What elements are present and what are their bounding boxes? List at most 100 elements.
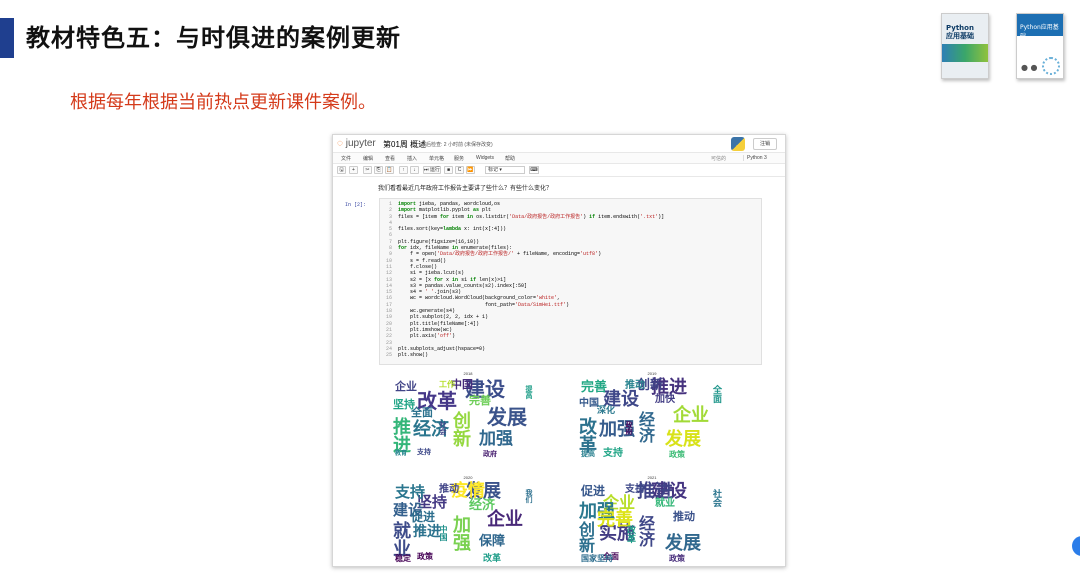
author-avatars: ● ● [1021, 63, 1038, 72]
wordcloud-word: 支持 [417, 448, 431, 456]
wordcloud-word: 支持 [625, 484, 645, 495]
restart-run-icon[interactable]: ⏩ [466, 166, 475, 174]
menu-view[interactable]: 查看 [385, 155, 395, 162]
wordcloud-word: 改革 [483, 554, 502, 564]
wordcloud-word: 社会 [439, 421, 447, 435]
menu-insert[interactable]: 插入 [407, 155, 417, 162]
save-status: 最后检查: 2 小时前 (未保存改变) [421, 142, 493, 148]
wordcloud-word: 发展 [665, 533, 701, 554]
kernel-indicator: Python 3 [743, 155, 767, 161]
wordcloud-word: 完善 [469, 394, 491, 407]
wordcloud-word: 保障 [479, 534, 506, 549]
wordcloud-word: 创新 [576, 521, 595, 553]
cloud-title-2018: 2018 [463, 371, 473, 376]
run-button[interactable]: ⏭ 运行 [423, 166, 441, 174]
wordcloud-word: 企业 [673, 405, 709, 426]
wordcloud-word: 促进 [581, 484, 606, 498]
wordcloud-word: 推动 [673, 510, 695, 523]
code-text: plt.figure(figsize=(16,10)) [398, 238, 480, 245]
save-icon[interactable]: 🖫 [337, 166, 346, 174]
wordcloud-word: 工作 [439, 380, 455, 389]
move-down-icon[interactable]: ↓ [410, 166, 419, 174]
copy-icon[interactable]: ⎘ [374, 166, 383, 174]
code-text: files.sort(key=lambda x: int(x[:4])) [398, 226, 507, 233]
markdown-cell[interactable]: 我们看看最近几年政府工作报告主要讲了些什么？有些什么变化？ [378, 183, 552, 192]
keyboard-icon[interactable]: ⌨ [529, 166, 539, 174]
wordcloud-word: 我们 [525, 489, 533, 503]
cover-ring-graphic [1042, 57, 1060, 75]
code-text: plt.show() [398, 352, 429, 359]
wordcloud-word: 政府 [483, 450, 497, 458]
wordcloud-word: 加强 [450, 515, 471, 551]
wordcloud-word: 推进 [390, 417, 411, 453]
cloud-title-2021: 2021 [647, 475, 657, 480]
wordcloud-word: 改革 [625, 525, 635, 543]
wordcloud-word: 中国 [579, 398, 599, 409]
wordcloud-word: 中国 [439, 525, 448, 541]
code-text: s4 = ' '.join(s3) [398, 289, 462, 296]
cell-prompt: In [2]: [345, 202, 367, 208]
wordcloud-word: 教育 [395, 450, 408, 457]
code-text: s3 = pandas.value_counts(s2).index[:50] [398, 282, 528, 289]
slide-subtitle: 根据每年根据当前热点更新课件案例。 [70, 92, 376, 113]
notebook-header: ◌ jupyter 第01周 概述 最后检查: 2 小时前 (未保存改变) 注销 [333, 135, 785, 153]
wordcloud-word: 加强 [479, 429, 513, 449]
book-cover-2-title: Python应用基础 [1020, 24, 1059, 40]
book-cover-1: Python 应用基础 [941, 13, 989, 79]
wordcloud-word: 推动 [625, 380, 645, 391]
wordcloud-word: 推动 [439, 484, 459, 495]
wordcloud-word: 政策 [417, 552, 433, 561]
menu-kernel[interactable]: 服务 [454, 155, 464, 162]
wordcloud-word: 完善 [581, 380, 608, 395]
wordcloud-word: 加快 [655, 394, 675, 405]
jupyter-logo-text: jupyter [345, 138, 376, 149]
title-accent-bar [0, 18, 14, 58]
code-text: wc = wordcloud.WordCloud(background_colo… [398, 295, 561, 302]
add-cell-icon[interactable]: + [349, 166, 358, 174]
code-text: import matplotlib.pyplot as plt [398, 207, 492, 214]
jupyter-notebook-screenshot: ◌ jupyter 第01周 概述 最后检查: 2 小时前 (未保存改变) 注销… [332, 134, 786, 567]
logout-button[interactable]: 注销 [753, 138, 777, 150]
slide-title: 教材特色五：与时俱进的案例更新 [26, 24, 401, 52]
jupyter-logo[interactable]: ◌ jupyter [337, 138, 376, 149]
cut-icon[interactable]: ✂ [363, 166, 372, 174]
menu-edit[interactable]: 编辑 [363, 155, 373, 162]
cloud-title-2020: 2020 [463, 475, 473, 480]
wordcloud-word: 创新 [450, 411, 471, 447]
wordcloud-word: 企业 [395, 380, 417, 393]
menu-file[interactable]: 文件 [341, 155, 351, 162]
wordcloud-word: 政府 [625, 421, 633, 435]
menu-cell[interactable]: 单元格 [429, 155, 444, 162]
code-text: plt.imshow(wc) [398, 326, 453, 333]
wordcloud-word: 全面 [711, 385, 721, 403]
code-text: plt.subplot(2, 2, idx + 1) [398, 314, 489, 321]
code-text: plt.title(fileName[:4]) [398, 320, 480, 327]
code-line: 25 plt.show() [380, 352, 761, 358]
wordcloud-word: 发展 [665, 429, 701, 450]
wordcloud-word: 政策 [669, 554, 685, 563]
stop-icon[interactable]: ■ [444, 166, 453, 174]
wordcloud-word: 支持 [395, 483, 426, 501]
cloud-title-2019: 2019 [647, 371, 657, 376]
restart-icon[interactable]: C [455, 166, 464, 174]
floating-action-button[interactable] [1072, 536, 1080, 556]
book-cover-1-title: Python 应用基础 [946, 24, 974, 40]
toolbar: 🖫 + ✂ ⎘ 📋 ↑ ↓ ⏭ 运行 ■ C ⏩ 标记 ▾ ⌨ [333, 164, 785, 177]
wordcloud-word: 国家坚持 [581, 554, 613, 563]
menu-help[interactable]: 帮助 [505, 155, 515, 162]
code-text: s1 = jieba.lcut(s) [398, 270, 465, 277]
wordcloud-word: 发展 [487, 405, 527, 429]
code-cell[interactable]: 1 import jieba, pandas, wordcloud,os 2 impo… [379, 198, 762, 365]
cell-type-select[interactable]: 标记 ▾ [485, 166, 525, 174]
menu-widgets[interactable]: Widgets [476, 155, 494, 161]
code-text: files = [item for item in os.listdir('Da… [398, 213, 665, 220]
wordcloud-word: 企业 [487, 509, 523, 530]
move-up-icon[interactable]: ↑ [399, 166, 408, 174]
paste-icon[interactable]: 📋 [385, 166, 394, 174]
code-text: import jieba, pandas, wordcloud,os [398, 201, 501, 207]
code-text: f.close() [398, 263, 438, 270]
trusted-indicator[interactable]: 可信的 [711, 155, 726, 162]
wordcloud-2019: 推进 建设 经济 企业 加强 改革 发展 创新 完善 中国 深化 加快 推动 支持 政策 全面 政府 提高 [573, 377, 743, 463]
wordcloud-word: 就业 [390, 521, 411, 557]
notebook-name[interactable]: 第01周 概述 [383, 139, 426, 150]
